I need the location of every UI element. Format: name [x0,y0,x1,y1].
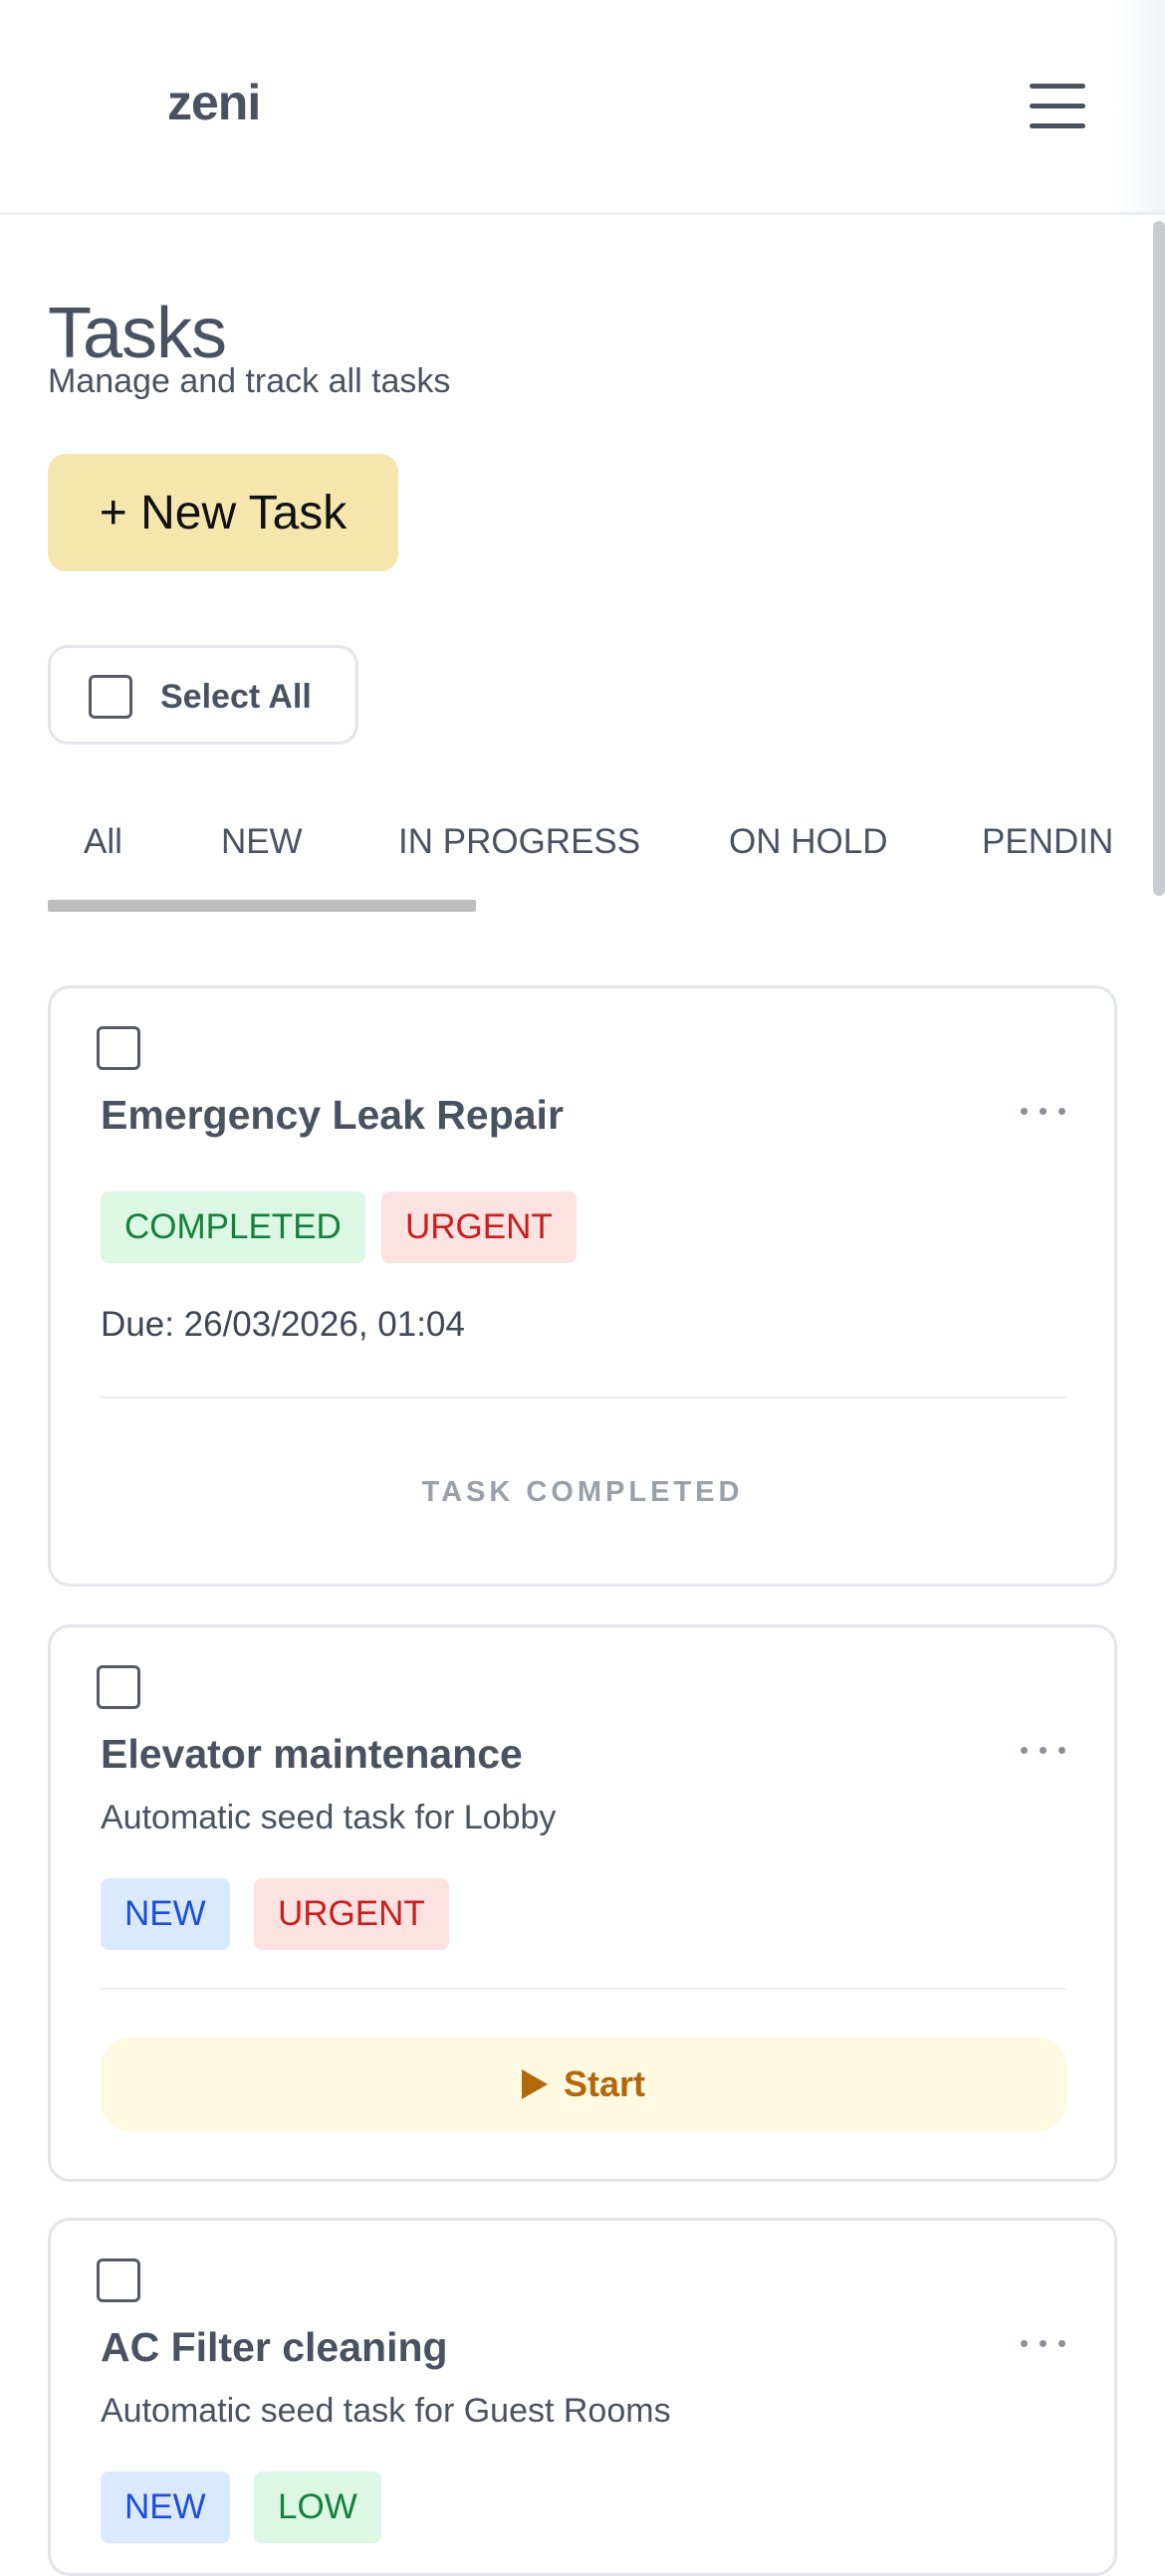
tab-all[interactable]: All [84,822,122,862]
task-card[interactable]: Elevator maintenance Automatic seed task… [48,1624,1117,2182]
task-checkbox[interactable] [97,1026,140,1070]
select-all-checkbox[interactable] [89,675,132,719]
more-options-icon[interactable] [1019,1102,1068,1122]
task-card[interactable]: AC Filter cleaning Automatic seed task f… [48,2218,1117,2576]
task-checkbox[interactable] [97,2258,140,2302]
priority-badge: URGENT [381,1191,577,1263]
status-tabs: All NEW IN PROGRESS ON HOLD PENDING [48,786,1115,916]
top-bar: zeni [0,0,1165,215]
tab-pending[interactable]: PENDING [982,822,1115,862]
status-badge: COMPLETED [101,1191,365,1263]
task-title[interactable]: Elevator maintenance [101,1731,523,1778]
page-scrollbar[interactable] [1153,221,1165,896]
more-options-icon[interactable] [1019,2334,1068,2354]
select-all-label: Select All [160,678,312,716]
card-divider [101,1988,1066,1990]
tab-scroll-indicator[interactable] [48,900,476,912]
tab-on-hold[interactable]: ON HOLD [729,822,887,862]
tab-in-progress[interactable]: IN PROGRESS [398,822,640,862]
priority-badge: LOW [254,2471,381,2543]
task-checkbox[interactable] [97,1665,140,1709]
status-badge: NEW [101,2471,230,2543]
due-date: Due: 26/03/2026, 01:04 [101,1305,465,1344]
new-task-button[interactable]: + New Task [48,454,398,571]
app-logo[interactable]: zeni [167,74,261,131]
task-description: Automatic seed task for Guest Rooms [101,2392,671,2430]
priority-badge: URGENT [254,1878,449,1950]
start-task-button[interactable]: Start [101,2038,1066,2131]
play-icon [521,2069,548,2099]
task-description: Automatic seed task for Lobby [101,1799,557,1836]
start-button-label: Start [563,2063,646,2104]
select-all-toggle[interactable]: Select All [48,645,358,745]
task-completed-label: TASK COMPLETED [421,1476,744,1508]
card-divider [101,1396,1066,1398]
page-subtitle: Manage and track all tasks [48,362,451,400]
more-options-icon[interactable] [1019,1741,1068,1761]
status-badge: NEW [101,1878,230,1950]
tab-new[interactable]: NEW [221,822,303,862]
hamburger-menu-icon[interactable] [1024,78,1093,135]
header-shadow [1115,0,1165,215]
task-title[interactable]: AC Filter cleaning [101,2324,448,2371]
task-card[interactable]: Emergency Leak Repair COMPLETED URGENT D… [48,985,1117,1587]
task-title[interactable]: Emergency Leak Repair [101,1092,564,1139]
